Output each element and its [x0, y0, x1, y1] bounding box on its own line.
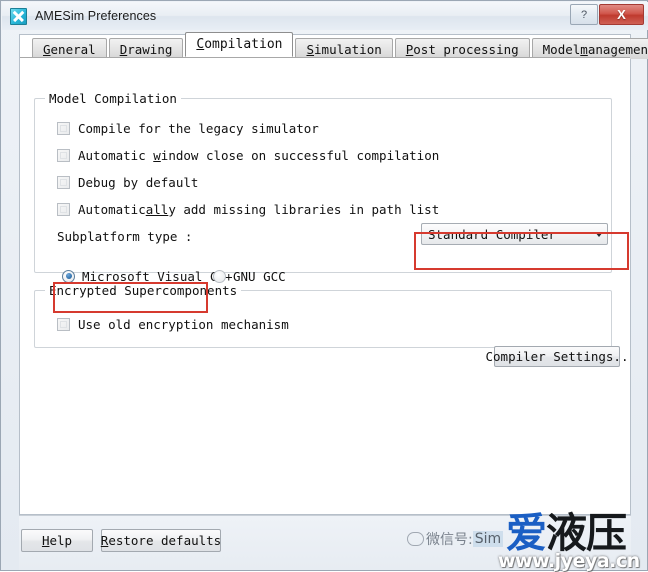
checkbox-debug-by-default[interactable]: Debug by default	[57, 174, 198, 190]
checkbox-box[interactable]	[57, 202, 70, 216]
checkbox-box[interactable]	[57, 317, 70, 331]
dialog-footer: Help Restore defaults	[19, 515, 631, 570]
restore-defaults-button[interactable]: Restore defaults	[101, 529, 221, 552]
checkbox-automatic-window-close[interactable]: Automatic window close on successful com…	[57, 147, 439, 163]
close-icon[interactable]: X	[599, 4, 644, 25]
preferences-window: AMESim Preferences ? X General Drawing C…	[0, 0, 648, 572]
compiler-settings-button[interactable]: Compiler Settings..	[486, 346, 629, 367]
help-button[interactable]: ?	[570, 4, 598, 25]
tab-simulation-mnemonic: S	[306, 41, 315, 57]
subplatform-type-combo[interactable]: Standard Compiler	[421, 223, 608, 245]
tab-simulation[interactable]: Simulation	[295, 38, 393, 59]
checkbox-auto-add-missing-libraries[interactable]: Automatically add missing libraries in p…	[57, 201, 439, 217]
radio-label: Microsoft Visual C++	[82, 268, 233, 284]
model-compilation-group: Model Compilation Compile for the legacy…	[34, 91, 612, 284]
encrypted-supercomponents-group: Encrypted Supercomponents Use old encryp…	[34, 283, 629, 367]
tab-post-processing-mnemonic: P	[405, 41, 414, 57]
checkbox-use-old-encryption-mechanism[interactable]: Use old encryption mechanism	[57, 316, 289, 332]
radio-button[interactable]	[213, 269, 226, 283]
help-footer-button[interactable]: Help	[21, 529, 93, 552]
checkbox-label: Automatic window close on successful com…	[78, 147, 440, 163]
tab-general[interactable]: General	[32, 38, 107, 59]
amesim-x-icon	[10, 7, 27, 25]
window-title: AMESim Preferences	[35, 9, 157, 23]
window-controls: ? X	[570, 4, 644, 25]
tab-drawing[interactable]: Drawing	[108, 38, 184, 59]
checkbox-box[interactable]	[57, 175, 70, 189]
radio-label: GNU GCC	[233, 268, 286, 284]
tab-general-mnemonic: G	[43, 41, 51, 57]
model-compilation-group-title: Model Compilation	[45, 91, 181, 106]
tab-compilation[interactable]: Compilation	[185, 32, 294, 57]
tab-model-management[interactable]: Model management	[531, 38, 648, 59]
radio-button[interactable]	[62, 269, 75, 283]
checkbox-label: Use old encryption mechanism	[78, 316, 289, 332]
compilation-tab-panel: Model Compilation Compile for the legacy…	[20, 57, 630, 514]
checkbox-box[interactable]	[57, 121, 70, 135]
tab-strip: General Drawing Compilation Simulation P…	[32, 32, 648, 59]
checkbox-label: Compile for the legacy simulator	[78, 120, 319, 136]
tab-compilation-mnemonic: C	[196, 37, 205, 52]
tab-post-processing[interactable]: Post processing	[394, 38, 530, 59]
checkbox-box[interactable]	[57, 148, 70, 162]
checkbox-label: Automatically add missing libraries in p…	[78, 201, 440, 217]
encrypted-supercomponents-group-title: Encrypted Supercomponents	[45, 283, 242, 298]
chevron-down-icon[interactable]	[591, 224, 607, 244]
checkbox-label: Debug by default	[78, 174, 199, 190]
checkbox-compile-legacy-simulator[interactable]: Compile for the legacy simulator	[57, 120, 319, 136]
subplatform-type-label: Subplatform type :	[57, 229, 193, 244]
tab-drawing-mnemonic: D	[119, 41, 128, 57]
dialog-body: General Drawing Compilation Simulation P…	[19, 32, 648, 515]
title-bar: AMESim Preferences ? X	[2, 2, 648, 30]
tab-model-management-mnemonic: m	[580, 41, 588, 57]
subplatform-type-value: Standard Compiler	[428, 226, 556, 242]
